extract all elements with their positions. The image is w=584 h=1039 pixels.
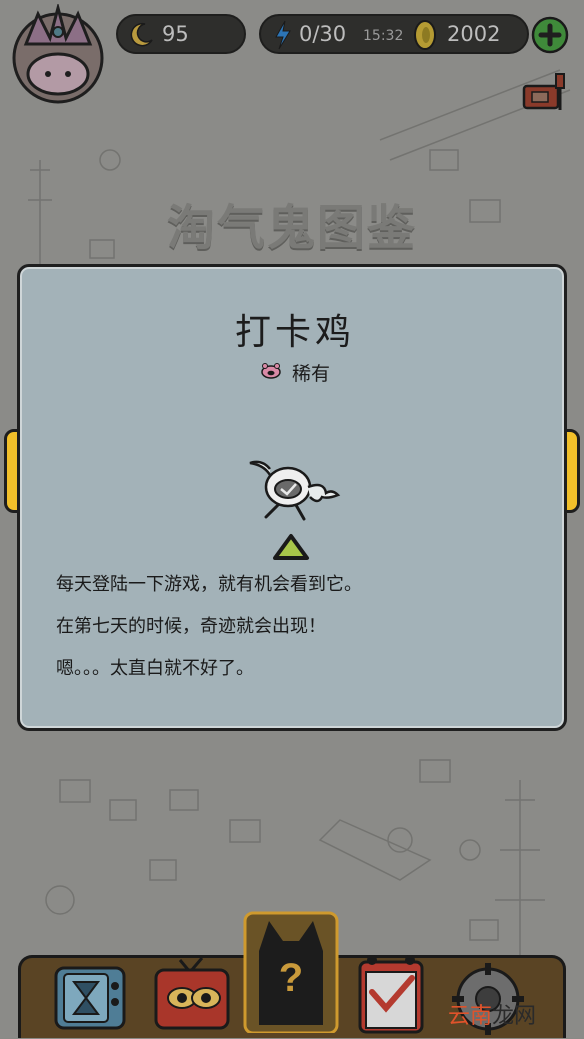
description-line-3: 嗯。。。太直白就不好了。: [56, 658, 254, 679]
clock-time: 15:32: [363, 28, 404, 44]
nav-checklist[interactable]: [352, 948, 432, 1034]
watermark-left: 云南: [448, 1004, 493, 1029]
creature-name: 打卡鸡: [234, 312, 355, 353]
nav-tv-hourglass[interactable]: [50, 960, 130, 1032]
watermark-right: 龙网: [492, 1004, 537, 1029]
description-line-1: 每天登陆一下游戏，就有机会看到它。: [56, 574, 362, 595]
collection-card: 打卡鸡 稀有 每天登陆一下游戏，就有机会看到它。 在第七天的时候，奇迹就会出现！…: [17, 264, 567, 731]
expand-triangle-button[interactable]: [271, 530, 311, 562]
description-line-2: 在第七天的时候，奇迹就会出现！: [56, 616, 326, 637]
mail-icon[interactable]: [518, 70, 570, 116]
creature-illustration: [248, 453, 344, 523]
triangle-up-icon: [273, 534, 309, 560]
tv-eyes-icon: [154, 957, 230, 1030]
moon-counter: 95: [116, 14, 246, 54]
add-coins-button[interactable]: [531, 16, 569, 54]
player-avatar[interactable]: [8, 2, 108, 104]
nav-tv-eyes[interactable]: [150, 952, 234, 1032]
nav-collection-selected[interactable]: ?: [243, 905, 339, 1035]
pig-icon: [260, 362, 282, 384]
plus-icon: [531, 16, 569, 54]
checklist-icon: [358, 955, 424, 1034]
watermark: 云南龙网: [448, 998, 536, 1030]
ghost-question-icon: ?: [243, 911, 339, 1035]
coin-icon: [413, 19, 437, 55]
tv-hourglass-icon: [54, 966, 126, 1030]
page-title: 淘气鬼图鉴: [166, 200, 417, 256]
question-mark: ?: [279, 956, 303, 1000]
resource-bar: 0/30 15:32 2002: [259, 14, 529, 54]
rarity-label: 稀有: [20, 359, 570, 386]
rarity-text: 稀有: [292, 363, 331, 385]
moon-icon: [126, 20, 156, 54]
coin-count: 2002: [447, 22, 501, 46]
lightning-icon: [273, 20, 293, 54]
energy-count: 0/30: [299, 22, 347, 46]
moon-count: 95: [162, 22, 189, 46]
